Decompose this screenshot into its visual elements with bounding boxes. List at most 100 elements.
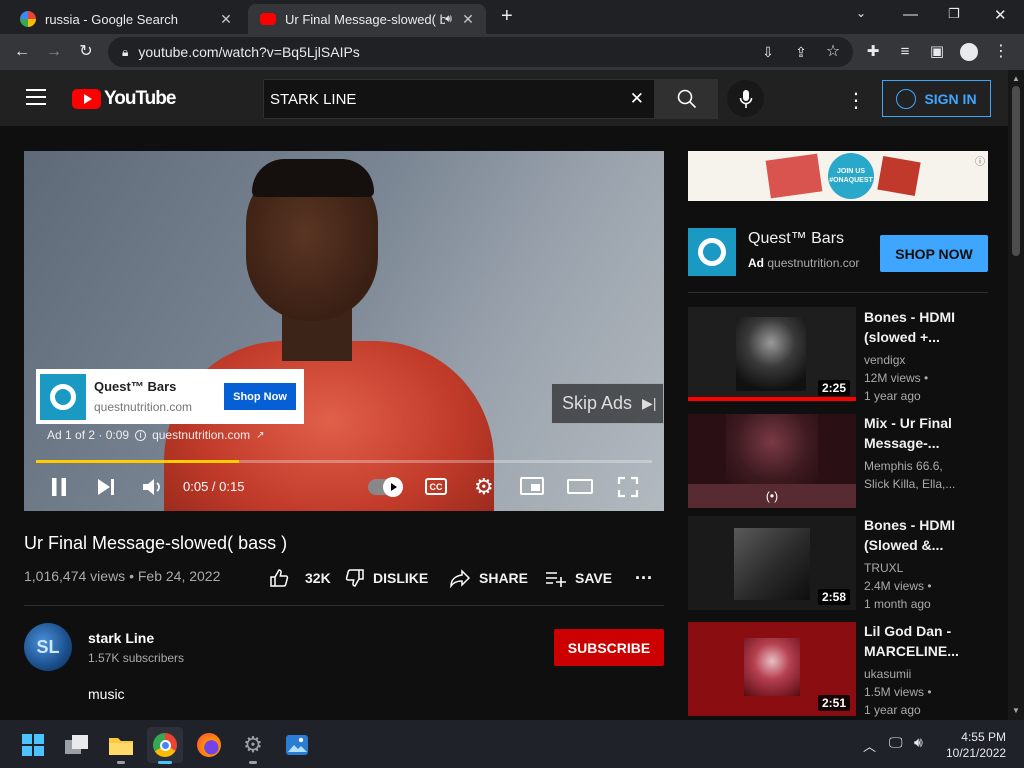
back-button[interactable]: ←	[12, 42, 32, 62]
voice-search-button[interactable]	[727, 80, 764, 117]
start-button[interactable]	[15, 727, 51, 763]
thumbs-down-icon	[345, 569, 364, 587]
banner-product-image	[877, 155, 921, 197]
settings-app-button[interactable]: ⚙︎	[235, 727, 271, 764]
search-input[interactable]: STARK LINE ✕	[263, 79, 655, 119]
video-meta: 1,016,474 views • Feb 24, 2022	[24, 568, 221, 584]
sign-in-label: SIGN IN	[924, 90, 977, 107]
rec-info[interactable]: Bones - HDMI (Slowed &... TRUXL 2.4M vie…	[864, 515, 988, 613]
close-tab-icon[interactable]: ✕	[218, 11, 234, 28]
like-count: 32K	[305, 570, 331, 586]
channel-avatar[interactable]: SL	[24, 623, 72, 671]
photos-app-button[interactable]	[279, 727, 315, 763]
settings-gear-icon: ⚙︎	[243, 732, 263, 757]
close-tab-icon[interactable]: ✕	[460, 11, 476, 28]
forward-button[interactable]: →	[44, 42, 64, 62]
share-label: SHARE	[479, 570, 529, 586]
page-scrollbar[interactable]: ▲ ▼	[1008, 70, 1024, 720]
player-ad-card[interactable]: Quest™ Bars questnutrition.com Shop Now	[36, 369, 304, 424]
firefox-button[interactable]	[191, 727, 227, 763]
skip-next-icon: ▶|	[642, 395, 657, 411]
microphone-icon	[739, 89, 752, 108]
profile-icon[interactable]	[959, 42, 979, 66]
ad-progress-track[interactable]	[36, 460, 652, 463]
youtube-favicon-icon	[260, 13, 276, 25]
browser-menu-icon[interactable]: ⋮	[991, 42, 1011, 62]
chrome-button[interactable]	[147, 727, 183, 764]
ad-choices-icon[interactable]: ⓘ	[975, 153, 985, 168]
address-bar[interactable]: 🔒︎ youtube.com/watch?v=Bq5LjlSAIPs	[108, 37, 853, 67]
show-hidden-icons-chevron-icon[interactable]: ︿	[863, 736, 876, 755]
task-view-button[interactable]	[59, 727, 95, 763]
subtitles-icon[interactable]: CC	[425, 478, 447, 495]
rec-info[interactable]: Mix - Ur Final Message-... Memphis 66.6,…	[864, 413, 988, 493]
system-clock[interactable]: 4:55 PM 10/21/2022	[946, 729, 1006, 761]
next-video-button[interactable]	[96, 477, 116, 500]
like-button[interactable]: 32K	[269, 568, 331, 588]
video-player[interactable]	[24, 151, 664, 511]
clear-search-icon[interactable]: ✕	[630, 89, 644, 109]
share-page-icon[interactable]: ⇪	[791, 42, 811, 62]
close-window-button[interactable]: ✕	[994, 6, 1007, 24]
divider	[24, 605, 664, 606]
volume-tray-icon[interactable]: 🔊︎	[914, 734, 923, 751]
miniplayer-icon[interactable]	[520, 477, 544, 495]
rec-title: (Slowed &...	[864, 537, 944, 553]
media-control-icon[interactable]: ≡	[895, 42, 915, 62]
channel-name[interactable]: stark Line	[88, 630, 154, 646]
save-button[interactable]: SAVE	[545, 568, 612, 588]
external-link-icon: ↗	[256, 429, 265, 441]
minimize-button[interactable]: —	[903, 6, 918, 23]
rec-info[interactable]: Lil God Dan - MARCELINE... ukasumii 1.5M…	[864, 621, 988, 719]
scroll-up-arrow-icon[interactable]: ▲	[1012, 74, 1020, 83]
mute-button[interactable]	[142, 477, 164, 500]
new-tab-button[interactable]: +	[501, 5, 513, 28]
ad-card-shop-now-button[interactable]: Shop Now	[224, 383, 296, 410]
theater-mode-icon[interactable]	[567, 479, 593, 494]
rec-info[interactable]: Bones - HDMI (slowed +... vendigx 12M vi…	[864, 307, 988, 405]
more-actions-icon[interactable]: ···	[635, 568, 653, 589]
scroll-down-arrow-icon[interactable]: ▼	[1012, 706, 1020, 715]
play-toggle-icon	[383, 477, 403, 497]
pause-button[interactable]	[50, 477, 68, 500]
quest-logo-icon[interactable]	[688, 228, 736, 276]
tab-google-search[interactable]: russia - Google Search ✕	[8, 4, 244, 34]
thumbs-up-icon	[270, 569, 289, 587]
ad-info-icon[interactable]: i	[135, 429, 147, 441]
reload-button[interactable]: ↻	[76, 42, 96, 62]
ad-label: Ad	[748, 256, 764, 270]
bookmark-star-icon[interactable]: ☆	[823, 42, 843, 62]
tab-search-chevron-icon[interactable]: ⌄	[856, 6, 866, 20]
sidebar-banner-ad[interactable]: JOIN US #ONAQUEST ⓘ	[688, 151, 988, 201]
share-button[interactable]: SHARE	[449, 568, 528, 588]
tab-youtube-video[interactable]: Ur Final Message-slowed( ba 🔊︎ ✕	[248, 4, 486, 34]
sign-in-button[interactable]: SIGN IN	[882, 80, 991, 117]
subscribe-button[interactable]: SUBSCRIBE	[554, 629, 664, 666]
rec-channel: vendigx	[864, 353, 906, 367]
fullscreen-button[interactable]	[617, 476, 639, 501]
scrollbar-thumb[interactable]	[1012, 86, 1020, 256]
search-button[interactable]	[655, 79, 718, 119]
youtube-logo[interactable]: YouTube	[72, 88, 176, 110]
hamburger-menu-icon[interactable]	[26, 89, 46, 105]
settings-gear-icon[interactable]: ⚙︎	[474, 474, 494, 500]
live-mix-icon: (•)	[688, 484, 856, 508]
network-icon[interactable]: 🖵︎	[889, 734, 903, 751]
google-icon	[20, 11, 36, 27]
side-panel-icon[interactable]: ▣	[927, 42, 947, 62]
install-app-icon[interactable]: ⇩	[758, 42, 778, 62]
file-explorer-button[interactable]	[103, 727, 139, 764]
skip-ads-button[interactable]: Skip Ads ▶|	[551, 383, 664, 424]
autoplay-toggle[interactable]	[368, 477, 403, 497]
ad-domain-link[interactable]: questnutrition.com	[152, 428, 250, 442]
restore-button[interactable]: ❐	[948, 6, 960, 22]
settings-menu-icon[interactable]: ⋮	[846, 88, 866, 113]
dislike-button[interactable]: DISLIKE	[345, 568, 428, 588]
rec-views: 1.5M views •	[864, 685, 932, 699]
rec-thumbnail[interactable]: (•)	[688, 414, 856, 508]
rec-title: (slowed +...	[864, 329, 940, 345]
speaker-icon[interactable]: 🔊︎	[445, 13, 452, 26]
extensions-puzzle-icon[interactable]: ✚	[863, 42, 883, 62]
sidebar-ad-brand: Quest™ Bars	[748, 230, 845, 247]
sidebar-shop-now-button[interactable]: SHOP NOW	[880, 235, 988, 272]
